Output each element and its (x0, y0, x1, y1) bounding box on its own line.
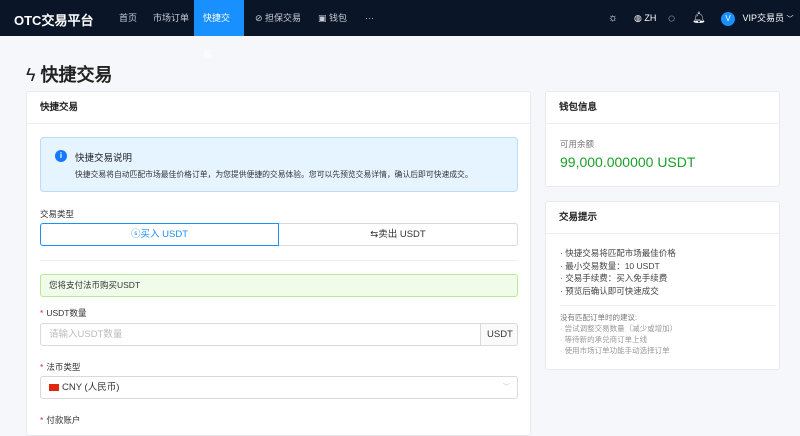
nav-more[interactable]: ··· (356, 0, 383, 36)
language-switch[interactable]: ◍ ZH (634, 0, 656, 36)
chevron-down-icon: ﹀ (503, 384, 510, 391)
avatar: V (721, 11, 735, 26)
wallet-icon: ▣ (318, 13, 330, 23)
info-text: 快捷交易将自动匹配市场最佳价格订单，为您提供便捷的交易体验。您可以先预览交易详情… (75, 170, 473, 179)
suggest-text: 使用市场订单功能手动选择订单 (564, 346, 670, 355)
amount-label-text: USDT数量 (46, 308, 87, 318)
suggest-text: 等待新的承兑商订单上线 (564, 335, 648, 344)
account-label-text: 付款账户 (46, 415, 81, 425)
suggest-item: · 尝试调整交易数量（减少或增加） (560, 324, 678, 333)
amount-label: * USDT数量 (40, 308, 87, 318)
page-title-text: 快捷交易 (40, 65, 113, 85)
fiat-label-text: 法币类型 (46, 362, 81, 372)
card-header: 交易提示 (546, 202, 779, 234)
user-name: VIP交易员 (742, 13, 785, 23)
quick-trade-card: 快捷交易 i 快捷交易说明 快捷交易将自动匹配市场最佳价格订单，为您提供便捷的交… (26, 91, 531, 436)
fiat-value: CNY (人民币) (62, 382, 120, 393)
fiat-select[interactable]: CNY (人民币) ﹀ (40, 376, 518, 399)
buy-notice: 您将支付法币购买USDT (40, 274, 518, 297)
tip-item: · 预览后确认即可快速成交 (560, 285, 659, 296)
tips-card: 交易提示 · 快捷交易将匹配市场最佳价格 · 最小交易数量：10 USDT · … (545, 201, 780, 370)
lightning-icon: ϟ (26, 65, 36, 85)
suggest-title: 没有匹配订单时的建议: (560, 313, 638, 322)
amount-input[interactable]: 请输入USDT数量 (40, 323, 481, 346)
tip-item: · 交易手续费：买入免手续费 (560, 273, 668, 284)
nav-quick-trade[interactable]: 快捷交易 (194, 0, 244, 59)
sell-label: 卖出 USDT (378, 229, 426, 240)
wallet-card: 钱包信息 可用余额 99,000.000000 USDT (545, 91, 780, 187)
nav-home[interactable]: 首页 (110, 0, 146, 36)
dollar-circle-icon: ⓢ (130, 229, 141, 240)
tip-text: 交易手续费：买入免手续费 (565, 273, 668, 284)
message-icon[interactable]: ◌ (668, 0, 675, 36)
top-nav: OTC交易平台 首页 市场订单 快捷交易 ⊘ 担保交易 ▣ 钱包 ··· ☼ ◍… (0, 0, 800, 59)
nav-escrow[interactable]: ⊘ 担保交易 (246, 0, 310, 36)
card-header: 钱包信息 (546, 92, 779, 124)
divider (560, 305, 776, 306)
trade-type-label: 交易类型 (40, 209, 75, 219)
chevron-down-icon: ﹀ (786, 16, 794, 23)
tips-list: · 快捷交易将匹配市场最佳价格 · 最小交易数量：10 USDT · 交易手续费… (560, 247, 676, 297)
tip-text: 最小交易数量：10 USDT (565, 260, 660, 271)
shield-check-icon: ⊘ (255, 13, 266, 23)
tip-text: 快捷交易将匹配市场最佳价格 (565, 248, 676, 258)
buy-usdt-tab[interactable]: ⓢ买入 USDT (40, 223, 279, 246)
info-title: 快捷交易说明 (75, 153, 133, 164)
suggestions: 没有匹配订单时的建议: · 尝试调整交易数量（减少或增加） · 等待新的承兑商订… (560, 312, 677, 356)
info-icon: i (55, 150, 67, 162)
logo[interactable]: OTC交易平台 (14, 10, 93, 29)
balance-value: 99,000.000000 USDT (560, 154, 696, 170)
user-menu[interactable]: V VIP交易员 ﹀ (721, 0, 794, 36)
language-label: ZH (644, 13, 657, 23)
suggest-text: 尝试调整交易数量（减少或增加） (564, 324, 678, 333)
suggest-item: · 等待新的承兑商订单上线 (560, 335, 648, 344)
bell-icon[interactable]: 🔔︎ (692, 0, 706, 36)
card-header: 快捷交易 (27, 92, 530, 124)
buy-label: 买入 USDT (140, 229, 189, 240)
china-flag-icon (49, 383, 59, 391)
sell-usdt-tab[interactable]: ⇆卖出 USDT (279, 223, 518, 246)
page-title: ϟ 快捷交易 (26, 61, 113, 87)
tip-item: · 最小交易数量：10 USDT (560, 260, 660, 271)
nav-wallet-label: 钱包 (329, 13, 348, 23)
account-label: * 付款账户 (40, 415, 81, 425)
nav-market-orders[interactable]: 市场订单 (144, 0, 198, 36)
theme-sun-icon[interactable]: ☼ (608, 0, 618, 36)
fiat-label: * 法币类型 (40, 362, 81, 372)
suggest-item: · 使用市场订单功能手动选择订单 (560, 346, 670, 355)
tip-text: 预览后确认即可快速成交 (565, 285, 659, 296)
divider (40, 260, 518, 261)
balance-label: 可用余额 (560, 139, 595, 149)
tip-item: · 快捷交易将匹配市场最佳价格 (560, 248, 676, 258)
nav-wallet[interactable]: ▣ 钱包 (309, 0, 356, 36)
nav-escrow-label: 担保交易 (265, 13, 302, 23)
globe-icon: ◍ (634, 13, 642, 23)
info-alert: i 快捷交易说明 快捷交易将自动匹配市场最佳价格订单，为您提供便捷的交易体验。您… (40, 137, 518, 192)
amount-unit: USDT (480, 323, 518, 346)
